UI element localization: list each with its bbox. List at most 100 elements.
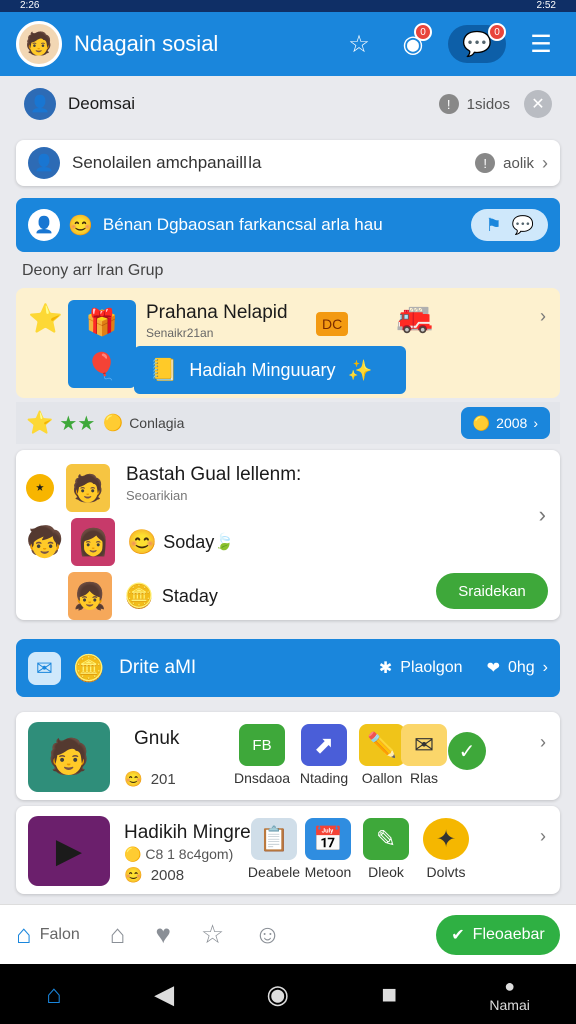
notice-meta: 1sidos <box>466 95 510 113</box>
nav-home-label: Falon <box>39 925 80 943</box>
group-card[interactable]: ⭑ 🧑 Bastah Gual lellenm: Seoarikian › 🧒 … <box>16 450 560 620</box>
chevron-right-icon: › <box>542 152 548 173</box>
app-tile[interactable]: ✦ Dolvts <box>416 818 476 880</box>
circle-home-icon[interactable]: ◉ <box>266 979 289 1010</box>
member-avatar: 👧 <box>68 572 112 620</box>
promo-footer: ⭐ ★★ 🟡 Conlagia 🟡 2008 › <box>16 402 560 444</box>
nav-star[interactable]: ☆ <box>201 919 224 950</box>
list-subtitle: 🟡 C8 1 8c4gom) <box>124 846 233 863</box>
list-title: Gnuk <box>134 728 180 749</box>
app-label: Metoon <box>304 864 352 880</box>
app-tile[interactable]: 📋 Deabele <box>244 818 304 880</box>
ticket-label: DC <box>316 312 349 336</box>
games-icon[interactable]: ◉ 0 <box>394 23 432 63</box>
profile-avatar[interactable]: 🧑 <box>16 21 62 67</box>
nav-home[interactable]: ⌂ Falon <box>16 919 80 950</box>
announcement-banner[interactable]: 👤 😊 Bénan Dgbaosan farkancsal arla hau ⚑… <box>16 198 560 252</box>
list-item[interactable]: 🧑 Gnuk 😊 201 FB Dnsdaoa ⬈ Ntading ✏️ Oal… <box>16 712 560 800</box>
list-subtitle-text: C8 1 8c4gom) <box>145 846 234 862</box>
app-label: Rlas <box>409 770 438 786</box>
ticket-icon: DC <box>316 304 349 336</box>
chat-icon[interactable]: 💬 0 <box>448 23 506 63</box>
chevron-right-icon: › <box>540 732 546 752</box>
recents-icon[interactable]: ■ <box>381 979 397 1010</box>
section-banner-label: Drite aMI <box>119 657 197 678</box>
smile-icon: 😊 <box>127 528 158 556</box>
close-icon[interactable]: ✕ <box>524 90 552 118</box>
banner-action-button[interactable]: ⚑ 💬 <box>471 209 548 241</box>
status-time: 2:26 <box>20 0 40 11</box>
search-card[interactable]: 👤 Senolailen amchpanaill la ! aolik › <box>16 140 560 186</box>
smile-icon: 😊 <box>124 771 143 788</box>
status-battery: 2:52 <box>536 0 556 11</box>
app-tile[interactable]: ⬈ Ntading <box>294 724 354 786</box>
app-tile[interactable]: ✉ Rlas <box>394 724 454 786</box>
nav-favorites[interactable]: ♥ <box>155 919 170 950</box>
app-title: Ndagain sosial <box>74 31 219 56</box>
app-icon: ✦ <box>423 818 469 860</box>
star-icon[interactable]: ☆ <box>340 25 378 63</box>
list-count-value: 201 <box>150 770 176 788</box>
check-icon: ✓ <box>448 732 486 770</box>
back-icon[interactable]: ◀ <box>154 979 174 1010</box>
group-title: Bastah Gual lellenm: <box>126 464 302 485</box>
info-icon: ! <box>475 153 496 173</box>
row-text: Staday <box>161 585 218 606</box>
system-nav-bar: ⌂ ◀ ◉ ■ ● Namai <box>0 964 576 1024</box>
profile-nav-label: Namai <box>489 996 530 1013</box>
promo-card[interactable]: ⭐ 🎁 🎈 Prahana Nelapid Senaikr21an DC 🚒 › … <box>16 288 560 398</box>
heart-icon: ♥ <box>155 919 171 949</box>
coin-icon: 🪙 <box>124 582 154 610</box>
bottom-nav: ⌂ Falon ⌂ ♥ ☆ ☺ ✔ Fleoaebar <box>0 904 576 964</box>
section-link-2[interactable]: ❤ 0hg › <box>487 658 548 678</box>
star-icon: ☆ <box>200 919 225 949</box>
chat-bubble-icon: 💬 <box>511 214 534 235</box>
app-tile[interactable]: ✎ Dleok <box>356 818 416 880</box>
notice-row[interactable]: 👤 Deomsai ! 1sidos ✕ <box>16 84 560 124</box>
member-avatar: 👩 <box>71 518 116 566</box>
notice-text: Deomsai <box>68 94 136 113</box>
app-tile[interactable]: FB Dnsdaoa <box>232 724 292 786</box>
list-thumbnail: 🧑 <box>28 722 110 792</box>
puzzle-icon: ✱ <box>378 660 393 677</box>
check-icon: ✔ <box>451 926 465 944</box>
section-banner[interactable]: ✉ 🪙 Drite aMI ✱ Plaolgon ❤ 0hg › <box>16 639 560 697</box>
section-label: Deony arr lran Grup <box>22 262 164 279</box>
app-icon: ⬈ <box>301 724 347 766</box>
notice-avatar: 👤 <box>24 88 56 120</box>
group-action-button[interactable]: Sraidekan <box>436 573 548 609</box>
search-meta: aolik <box>503 154 534 172</box>
group-subtitle: Seoarikian <box>126 488 188 503</box>
app-label: Deabele <box>247 864 301 880</box>
sparkle-icon: ✨ <box>347 359 373 382</box>
sticky-icon: 📒 <box>150 357 178 382</box>
profile-nav[interactable]: ● Namai <box>489 976 529 1013</box>
heart-icon: ❤ <box>486 660 500 677</box>
top-app-bar: 🧑 Ndagain sosial ☆ ◉ 0 💬 0 ☰ <box>0 12 576 76</box>
count-pill[interactable]: 🟡 2008 › <box>460 407 550 439</box>
inbox-icon: ⌂ <box>109 919 126 949</box>
coin-icon: 🟡 <box>103 415 124 432</box>
app-icon: 📅 <box>305 818 351 860</box>
primary-action-button[interactable]: ✔ Fleoaebar <box>436 914 560 955</box>
promo-button[interactable]: 📒 Hadiah Minguuary ✨ <box>134 346 406 394</box>
nav-chat[interactable]: ☺ <box>254 919 281 950</box>
promo-button-label: Hadiah Minguuary <box>189 359 336 380</box>
app-label: Dnsdaoa <box>233 770 291 786</box>
nav-inbox[interactable]: ⌂ <box>110 919 126 950</box>
home-icon[interactable]: ⌂ <box>46 979 62 1010</box>
smile-icon: 😊 <box>124 867 143 884</box>
count-value: 2008 <box>496 415 528 431</box>
app-icon: 📋 <box>251 818 297 860</box>
emoji-icon: 😊 <box>68 214 93 237</box>
promo-title: Prahana Nelapid <box>146 302 288 323</box>
chevron-right-icon: › <box>542 659 548 676</box>
app-tile[interactable]: 📅 Metoon <box>298 818 358 880</box>
search-avatar: 👤 <box>28 147 60 179</box>
menu-icon[interactable]: ☰ <box>522 25 560 63</box>
list-item[interactable]: ▶ Hadikih Mingreuak 🟡 C8 1 8c4gom) 😊 200… <box>16 806 560 894</box>
section-link-2-label: 0hg <box>507 659 535 676</box>
coin-icon: 🟡 <box>472 414 491 431</box>
section-link-1[interactable]: ✱ Plaolgon <box>379 658 463 678</box>
coin-icon: 🟡 <box>124 846 142 862</box>
